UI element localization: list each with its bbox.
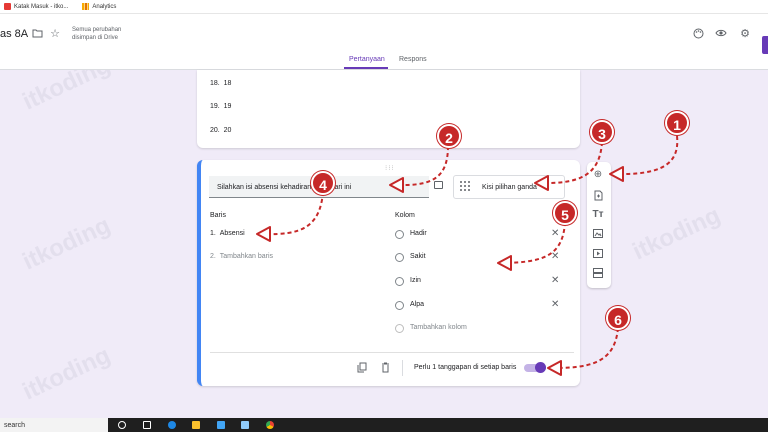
annotation-badge-6: 6 bbox=[606, 306, 630, 330]
file-explorer-icon[interactable] bbox=[192, 421, 200, 429]
store-icon[interactable] bbox=[217, 421, 225, 429]
chrome-icon[interactable] bbox=[266, 421, 274, 429]
annotation-badge-3: 3 bbox=[590, 120, 614, 144]
cortana-circle-icon[interactable] bbox=[118, 421, 126, 429]
taskbar-search[interactable]: search bbox=[0, 418, 108, 432]
taskbar: search bbox=[0, 418, 768, 432]
mail-icon[interactable] bbox=[241, 421, 249, 429]
taskbar-search-label: search bbox=[4, 422, 26, 429]
task-view-icon[interactable] bbox=[143, 421, 151, 429]
annotation-badge-5: 5 bbox=[553, 201, 577, 225]
edge-icon[interactable] bbox=[168, 421, 176, 429]
annotation-badge-4: 4 bbox=[311, 171, 335, 195]
annotation-badge-1: 1 bbox=[665, 111, 689, 135]
annotation-badge-2: 2 bbox=[437, 124, 461, 148]
annotation-arrows bbox=[256, 135, 679, 376]
